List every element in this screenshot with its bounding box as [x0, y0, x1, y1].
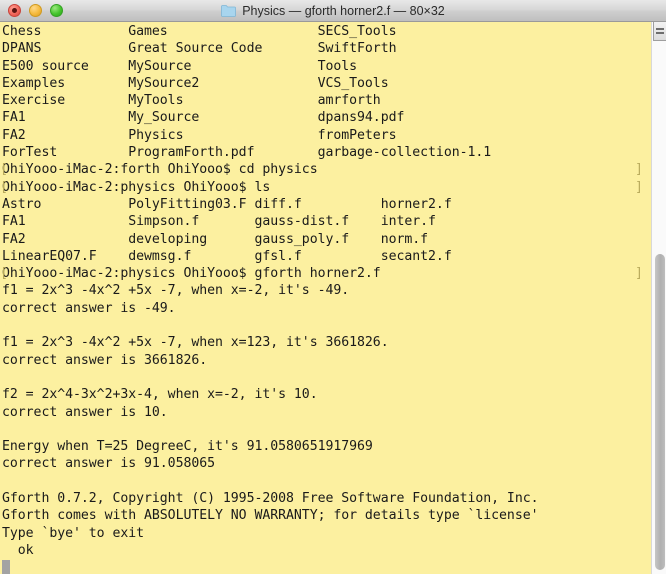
prompt-mark-right-icon: ]: [635, 179, 643, 195]
terminal-line: [] OhiYooo-iMac-2:physics OhiYooo$ ls: [0, 179, 643, 196]
terminal-line: [2, 317, 539, 334]
terminal-line-text: Examples MySource2 VCS_Tools: [2, 75, 389, 91]
terminal-line: [2, 473, 539, 490]
terminal-line: [2, 559, 539, 574]
terminal-line-text: LinearEQ07.F dewmsg.f gfsl.f secant2.f: [2, 248, 452, 264]
terminal-line-text: Energy when T=25 DegreeC, it's 91.058065…: [2, 439, 373, 455]
terminal-window: Physics — gforth horner2.f — 80×32 Chess…: [0, 0, 666, 574]
terminal-line: [] OhiYooo-iMac-2:forth OhiYooo$ cd physi…: [0, 161, 643, 178]
terminal-scrollbar[interactable]: [651, 22, 666, 574]
terminal-line: E500 source MySource Tools: [2, 58, 539, 75]
terminal-line: f1 = 2x^3 -4x^2 +5x -7, when x=123, it's…: [2, 334, 539, 351]
terminal-line-text: ForTest ProgramForth.pdf garbage-collect…: [2, 145, 492, 161]
terminal-line: correct answer is -49.: [2, 300, 539, 317]
prompt-mark-left-icon: [: [0, 179, 8, 195]
terminal-line: FA2 Physics fromPeters: [2, 127, 539, 144]
terminal-line: [] OhiYooo-iMac-2:physics OhiYooo$ gforth…: [0, 265, 643, 282]
terminal-line-text: [2, 422, 10, 437]
terminal-line: correct answer is 3661826.: [2, 352, 539, 369]
terminal-line-text: correct answer is 10.: [2, 404, 168, 420]
terminal-line: f2 = 2x^4-3x^2+3x-4, when x=-2, it's 10.: [2, 386, 539, 403]
close-button[interactable]: [8, 4, 21, 17]
folder-icon: [221, 5, 237, 17]
prompt-mark-left-icon: [: [0, 162, 8, 178]
terminal-cursor: [2, 560, 10, 574]
terminal-line: Gforth 0.7.2, Copyright (C) 1995-2008 Fr…: [2, 490, 539, 507]
terminal-line-text: f2 = 2x^4-3x^2+3x-4, when x=-2, it's 10.: [2, 387, 318, 403]
terminal-line: FA2 developing gauss_poly.f norm.f: [2, 231, 539, 248]
terminal-line: LinearEQ07.F dewmsg.f gfsl.f secant2.f: [2, 248, 539, 265]
window-title-group: Physics — gforth horner2.f — 80×32: [0, 0, 666, 22]
terminal-line-text: correct answer is 91.058065: [2, 456, 216, 472]
terminal-line: FA1 My_Source dpans94.pdf: [2, 109, 539, 126]
terminal-text-buffer: Chess Games SECS_Tools DPANS Great Source…: [0, 23, 643, 574]
terminal-line: Exercise MyTools amrforth: [2, 92, 539, 109]
terminal-line-text: correct answer is -49.: [2, 300, 176, 316]
maximize-button[interactable]: [50, 4, 63, 17]
terminal-line-text: Astro PolyFitting03.F diff.f horner2.f: [2, 196, 452, 212]
terminal-line-text: FA2 Physics fromPeters: [2, 127, 397, 143]
terminal-line: ok: [2, 542, 539, 559]
terminal-line-text: OhiYooo-iMac-2:physics OhiYooo$ gforth h…: [2, 266, 381, 282]
terminal-line-text: OhiYooo-iMac-2:forth OhiYooo$ cd physics: [2, 162, 318, 178]
terminal-line: [2, 421, 539, 438]
terminal-content[interactable]: Chess Games SECS_Tools DPANS Great Source…: [0, 22, 666, 574]
prompt-mark-left-icon: [: [0, 266, 8, 282]
terminal-line: DPANS Great Source Code SwiftForth: [2, 40, 539, 57]
terminal-line-text: FA1 My_Source dpans94.pdf: [2, 110, 405, 126]
terminal-line-text: f1 = 2x^3 -4x^2 +5x -7, when x=-2, it's …: [2, 283, 350, 299]
terminal-line-text: DPANS Great Source Code SwiftForth: [2, 41, 397, 57]
prompt-mark-right-icon: ]: [635, 162, 643, 178]
terminal-line-text: E500 source MySource Tools: [2, 58, 358, 74]
terminal-line-text: f1 = 2x^3 -4x^2 +5x -7, when x=123, it's…: [2, 335, 389, 351]
terminal-line: correct answer is 91.058065: [2, 455, 539, 472]
terminal-line-text: Gforth comes with ABSOLUTELY NO WARRANTY…: [2, 508, 539, 524]
window-controls: [8, 4, 63, 17]
scrollbar-thumb[interactable]: [655, 254, 665, 570]
window-title: Physics — gforth horner2.f — 80×32: [242, 4, 445, 18]
terminal-line-text: FA1 Simpson.f gauss-dist.f inter.f: [2, 214, 436, 230]
terminal-line-text: ok: [2, 542, 34, 558]
terminal-line: Astro PolyFitting03.F diff.f horner2.f: [2, 196, 539, 213]
terminal-line-text: Gforth 0.7.2, Copyright (C) 1995-2008 Fr…: [2, 491, 539, 507]
terminal-line: Examples MySource2 VCS_Tools: [2, 75, 539, 92]
terminal-line-text: Exercise MyTools amrforth: [2, 93, 381, 109]
terminal-line: [2, 369, 539, 386]
terminal-line-text: OhiYooo-iMac-2:physics OhiYooo$ ls: [2, 179, 271, 195]
terminal-line: ForTest ProgramForth.pdf garbage-collect…: [2, 144, 539, 161]
terminal-line-text: Type `bye' to exit: [2, 525, 145, 541]
terminal-line: f1 = 2x^3 -4x^2 +5x -7, when x=-2, it's …: [2, 282, 539, 299]
prompt-mark-right-icon: ]: [635, 266, 643, 282]
scroll-lines-button[interactable]: [653, 22, 666, 41]
terminal-line-text: Chess Games SECS_Tools: [2, 24, 397, 39]
terminal-line-text: [2, 370, 10, 385]
terminal-line-text: [2, 474, 10, 489]
window-titlebar[interactable]: Physics — gforth horner2.f — 80×32: [0, 0, 666, 22]
terminal-line: correct answer is 10.: [2, 404, 539, 421]
scroll-line-1-icon: [656, 28, 664, 30]
terminal-line: FA1 Simpson.f gauss-dist.f inter.f: [2, 213, 539, 230]
minimize-button[interactable]: [29, 4, 42, 17]
terminal-line: Energy when T=25 DegreeC, it's 91.058065…: [2, 438, 539, 455]
terminal-line-text: FA2 developing gauss_poly.f norm.f: [2, 231, 429, 247]
terminal-line: Gforth comes with ABSOLUTELY NO WARRANTY…: [2, 507, 539, 524]
scroll-line-2-icon: [656, 32, 664, 34]
terminal-line: Type `bye' to exit: [2, 525, 539, 542]
terminal-line-text: correct answer is 3661826.: [2, 352, 208, 368]
terminal-line: Chess Games SECS_Tools: [2, 23, 539, 40]
terminal-line-text: [2, 318, 10, 333]
